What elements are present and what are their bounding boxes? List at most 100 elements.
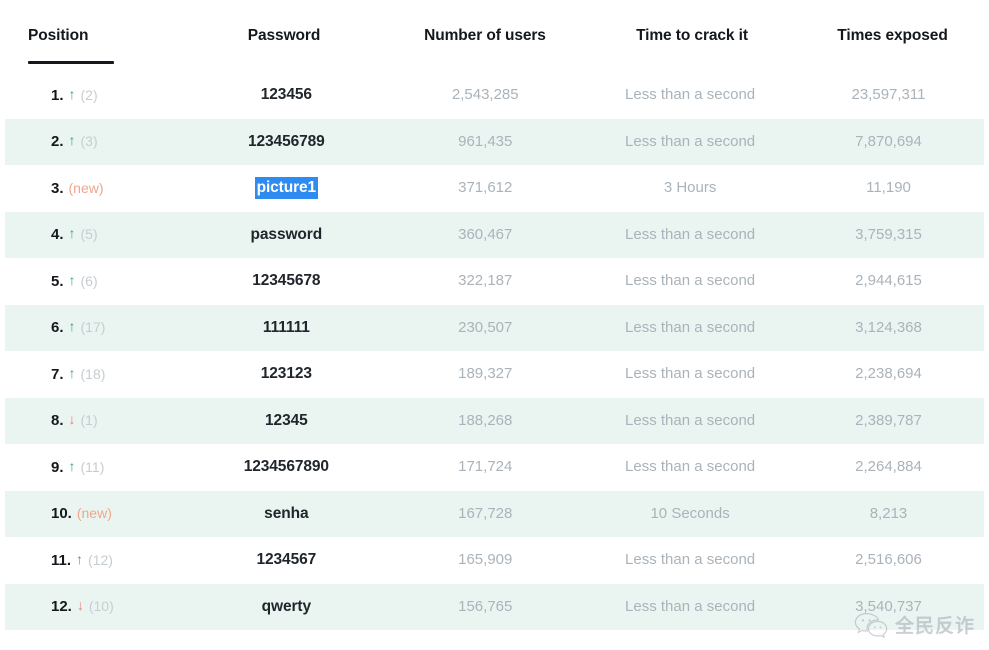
password-table: Position Password Number of users Time t… <box>0 0 989 650</box>
rank-number: 10. <box>51 505 72 523</box>
column-header-time-to-crack-it[interactable]: Time to crack it <box>588 26 796 46</box>
cell-password[interactable]: password <box>189 225 383 245</box>
table-row[interactable]: 3. (new) picture1 371,612 3 Hours 11,190 <box>5 165 984 212</box>
password-value[interactable]: 1234567890 <box>244 458 329 475</box>
cell-number-of-users: 322,187 <box>458 272 513 290</box>
table-row[interactable]: 4. ↑ (5) password 360,467 Less than a second 3… <box>5 211 984 258</box>
cell-times-exposed: 3,759,315 <box>855 225 922 243</box>
column-header-number-of-users[interactable]: Number of users <box>382 26 588 46</box>
cell-times-exposed: 2,264,884 <box>855 458 922 476</box>
password-value[interactable]: 1234567 <box>257 551 317 568</box>
previous-rank: (1) <box>80 412 98 429</box>
cell-time-to-crack: Less than a second <box>625 551 756 569</box>
arrow-up-icon: ↑ <box>76 550 84 567</box>
password-value[interactable]: 123456789 <box>248 133 325 150</box>
active-column-underline <box>28 61 114 64</box>
previous-rank: (11) <box>80 458 105 475</box>
cell-number-of-users: 371,612 <box>458 179 513 197</box>
new-entry-badge: (new) <box>68 179 104 196</box>
cell-password[interactable]: 1234567 <box>189 550 383 570</box>
password-value[interactable]: 111111 <box>263 319 310 336</box>
rank-number: 3. <box>51 179 64 197</box>
cell-time-to-crack: Less than a second <box>625 365 756 383</box>
cell-password[interactable]: 12345 <box>189 411 383 431</box>
previous-rank: (17) <box>80 319 106 336</box>
cell-number-of-users: 189,327 <box>458 365 513 383</box>
table-row[interactable]: 6. ↑ (17) 111111 230,507 Less than a second 3,… <box>5 304 984 351</box>
cell-password[interactable]: 123456 <box>189 85 383 105</box>
cell-time-to-crack: Less than a second <box>625 318 756 336</box>
table-body: 1. ↑ (2) 123456 2,543,285 Less than a second 2… <box>0 72 989 630</box>
cell-times-exposed: 2,238,694 <box>855 365 922 383</box>
password-value[interactable]: password <box>251 226 323 243</box>
rank-number: 6. <box>51 319 64 337</box>
cell-time-to-crack: 3 Hours <box>663 179 717 197</box>
column-header-password[interactable]: Password <box>186 26 382 46</box>
cell-time-to-crack: Less than a second <box>625 597 756 615</box>
cell-number-of-users: 961,435 <box>458 132 513 150</box>
arrow-up-icon: ↑ <box>68 271 76 288</box>
table-row[interactable]: 9. ↑ (11) 1234567890 171,724 Less than a seco… <box>5 444 984 491</box>
cell-password[interactable]: 123123 <box>189 364 383 384</box>
password-value[interactable]: 123456 <box>261 86 312 103</box>
password-value[interactable]: 12345678 <box>252 272 320 289</box>
password-value-selected[interactable]: picture1 <box>255 178 318 199</box>
new-entry-badge: (new) <box>76 505 112 522</box>
cell-password[interactable]: 123456789 <box>189 132 383 152</box>
cell-position: 10. (new) <box>5 503 189 524</box>
cell-number-of-users: 188,268 <box>458 411 513 429</box>
table-row[interactable]: 2. ↑ (3) 123456789 961,435 Less than a second… <box>5 118 984 165</box>
cell-time-to-crack: 10 Seconds <box>650 504 730 522</box>
table-row[interactable]: 5. ↑ (6) 12345678 322,187 Less than a second 2… <box>5 258 984 305</box>
previous-rank: (18) <box>80 365 106 382</box>
cell-times-exposed: 8,213 <box>869 504 908 522</box>
cell-position: 3. (new) <box>5 178 189 199</box>
position-group: 4. ↑ (5) <box>33 224 189 245</box>
cell-position: 8. ↓ (1) <box>5 410 189 431</box>
table-row[interactable]: 11. ↑ (12) 1234567 165,909 Less than a second… <box>5 537 984 584</box>
password-value[interactable]: qwerty <box>262 598 311 615</box>
cell-password[interactable]: 12345678 <box>189 271 383 291</box>
rank-number: 12. <box>51 598 72 616</box>
cell-password[interactable]: qwerty <box>189 597 383 617</box>
arrow-down-icon: ↓ <box>76 597 84 614</box>
column-header-password-label: Password <box>247 27 321 44</box>
rank-number: 4. <box>51 226 64 244</box>
table-row[interactable]: 8. ↓ (1) 12345 188,268 Less than a second 2,38… <box>5 397 984 444</box>
arrow-up-icon: ↑ <box>68 225 76 242</box>
column-header-position[interactable]: Position <box>0 26 186 64</box>
cell-time-to-crack: Less than a second <box>625 225 756 243</box>
cell-password[interactable]: 111111 <box>189 318 383 338</box>
cell-position: 5. ↑ (6) <box>5 271 189 292</box>
password-value[interactable]: 123123 <box>261 365 312 382</box>
arrow-up-icon: ↑ <box>68 457 76 474</box>
table-header-row: Position Password Number of users Time t… <box>0 0 989 72</box>
position-group: 10. (new) <box>33 503 189 524</box>
arrow-down-icon: ↓ <box>68 411 76 428</box>
cell-position: 2. ↑ (3) <box>5 131 189 152</box>
cell-password[interactable]: 1234567890 <box>189 457 383 477</box>
table-row[interactable]: 10. (new) senha 167,728 10 Seconds 8,213 <box>5 490 984 537</box>
password-value[interactable]: senha <box>264 505 308 522</box>
table-row[interactable]: 1. ↑ (2) 123456 2,543,285 Less than a second 2… <box>5 72 984 119</box>
cell-position: 9. ↑ (11) <box>5 457 189 478</box>
cell-time-to-crack: Less than a second <box>625 272 756 290</box>
cell-number-of-users: 165,909 <box>458 551 513 569</box>
arrow-up-icon: ↑ <box>68 85 76 102</box>
cell-times-exposed: 3,124,368 <box>855 318 922 336</box>
cell-password[interactable]: picture1 <box>189 178 383 199</box>
cell-position: 4. ↑ (5) <box>5 224 189 245</box>
cell-number-of-users: 230,507 <box>458 318 513 336</box>
password-value[interactable]: 12345 <box>265 412 308 429</box>
column-header-times-exposed-label: Times exposed <box>837 27 948 44</box>
column-header-times-exposed[interactable]: Times exposed <box>796 26 989 46</box>
table-row[interactable]: 7. ↑ (18) 123123 189,327 Less than a second 2,… <box>5 351 984 398</box>
cell-position: 11. ↑ (12) <box>5 550 189 571</box>
cell-times-exposed: 23,597,311 <box>851 86 926 104</box>
position-group: 2. ↑ (3) <box>33 131 189 152</box>
cell-password[interactable]: senha <box>189 504 383 524</box>
table-row[interactable]: 12. ↓ (10) qwerty 156,765 Less than a second 3… <box>5 583 984 630</box>
cell-position: 12. ↓ (10) <box>5 596 189 617</box>
position-group: 5. ↑ (6) <box>33 271 189 292</box>
arrow-up-icon: ↑ <box>68 318 76 335</box>
